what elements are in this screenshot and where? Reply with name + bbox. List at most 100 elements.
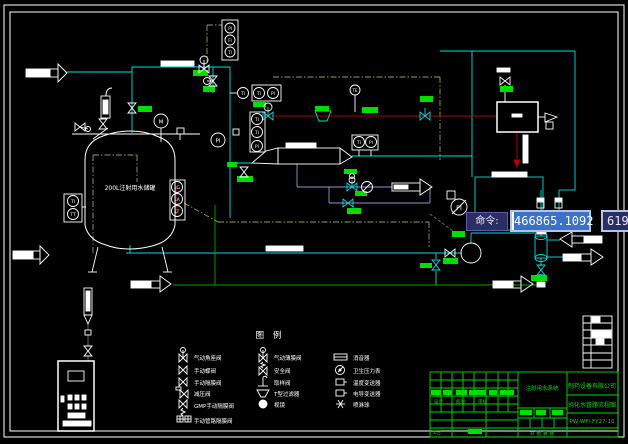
legend-label: GMP手动隔膜阀 <box>194 402 234 410</box>
instrument-tag: LT <box>175 209 180 215</box>
rect-shape <box>563 254 581 261</box>
path-shape <box>181 408 185 416</box>
rect-shape <box>443 258 458 264</box>
valve-icon <box>500 77 505 85</box>
text-label: 注射用水系统 <box>525 384 559 392</box>
rect-shape <box>431 390 441 395</box>
cad-canvas[interactable]: PIFITITITIPITITIPIPITITTLGLALTTIPIMTEPI2… <box>0 0 628 444</box>
rect-shape <box>592 317 600 322</box>
polygon-shape <box>560 232 572 247</box>
text-label: 图 例 <box>256 330 285 341</box>
valve-icon <box>432 265 440 270</box>
instrument-tag: LG <box>174 185 180 191</box>
instrument-tag: PI <box>228 26 232 31</box>
valve-icon <box>263 367 267 375</box>
valve-icon <box>263 112 268 120</box>
rect-shape <box>336 390 344 396</box>
rect-shape <box>82 395 86 400</box>
rect-shape <box>82 404 86 409</box>
rect-shape <box>468 429 482 434</box>
instrument-tag: TI <box>254 117 259 123</box>
path-shape <box>263 376 267 378</box>
instrument-tag: TI <box>240 91 245 97</box>
text-label: 工艺 <box>432 430 441 436</box>
rect-shape <box>227 162 237 167</box>
instrument-tag: TI <box>254 130 259 136</box>
rect-shape <box>537 282 545 287</box>
instrument-tag: PI <box>271 91 275 97</box>
valve-icon <box>184 390 188 398</box>
legend-label: 手动蝶阀 <box>194 367 216 375</box>
rect-shape <box>555 198 562 201</box>
instrument-tag: PI <box>369 140 373 146</box>
instrument-tag: TI <box>227 50 232 55</box>
valve-icon <box>505 77 510 85</box>
rect-shape <box>86 291 90 311</box>
instrument-bubble <box>350 174 355 179</box>
valve-icon <box>240 167 248 172</box>
legend-label: 气动薄膜阀 <box>274 354 302 362</box>
line-segment <box>184 203 218 222</box>
rect-shape <box>286 143 316 148</box>
title-block-role: 审核 <box>478 398 487 405</box>
line-segment <box>430 214 453 231</box>
rect-shape <box>456 390 467 395</box>
rect-shape <box>26 69 50 77</box>
rect-shape <box>584 236 602 243</box>
title-block-role: 校对 <box>456 398 465 405</box>
polygon-shape <box>160 276 171 292</box>
rect-shape <box>452 231 465 237</box>
command-coordinate-input-secondary[interactable]: 619 <box>601 210 628 232</box>
polygon-shape <box>58 64 67 82</box>
rect-shape <box>63 421 91 426</box>
rect-shape <box>581 254 591 261</box>
rect-shape <box>552 410 563 415</box>
instrument-tag: LA <box>174 197 180 203</box>
command-coordinate-value[interactable]: 466865.1092 <box>514 212 589 230</box>
rect-shape <box>523 135 528 163</box>
rect-shape <box>596 339 604 344</box>
legend-label: 电导变送器 <box>353 390 381 398</box>
rect-shape <box>315 106 329 111</box>
rect-shape <box>68 413 85 418</box>
rect-shape <box>469 390 486 395</box>
rect-shape <box>500 86 513 92</box>
rect-shape <box>512 114 522 117</box>
valve-icon <box>183 400 187 408</box>
rect-shape <box>531 275 547 281</box>
legend-label: 温度变送器 <box>353 379 381 387</box>
rect-shape <box>536 410 546 415</box>
rect-shape <box>75 404 79 409</box>
legend-label: 手动隔膜阀 <box>194 379 222 387</box>
rect-shape <box>103 100 108 114</box>
rect-shape <box>13 251 33 259</box>
rect-shape <box>61 396 64 402</box>
circle-shape <box>259 400 267 408</box>
rect-shape <box>131 281 151 288</box>
instrument-tag: TI <box>256 91 261 97</box>
rect-shape <box>497 68 510 72</box>
text-label: 纯化水管路流程图 <box>568 401 616 409</box>
rect-shape <box>33 251 40 259</box>
legend-label: 气动角座阀 <box>194 354 222 362</box>
rect-shape <box>68 404 72 409</box>
instrument-tag: PI <box>456 204 462 212</box>
text-label: 共 张 第 张 <box>530 430 555 437</box>
rect-shape <box>138 106 152 112</box>
rect-shape <box>489 390 497 395</box>
rect-shape <box>362 107 378 113</box>
path-shape <box>106 88 112 96</box>
valve-icon <box>84 351 92 356</box>
rect-shape <box>546 122 553 129</box>
instrument-tag: PI <box>215 138 220 144</box>
rect-shape <box>520 410 532 415</box>
valve-icon <box>75 123 80 131</box>
polygon-shape <box>40 246 49 264</box>
rect-shape <box>500 390 514 395</box>
rect-shape <box>176 387 181 390</box>
instrument-tag: TI <box>356 140 361 146</box>
polygon-shape <box>257 390 269 397</box>
legend-label: 消音器 <box>353 354 370 362</box>
command-coordinate-input[interactable]: 466865.1092 <box>510 210 591 232</box>
legend-label: T型过滤器 <box>273 390 300 398</box>
